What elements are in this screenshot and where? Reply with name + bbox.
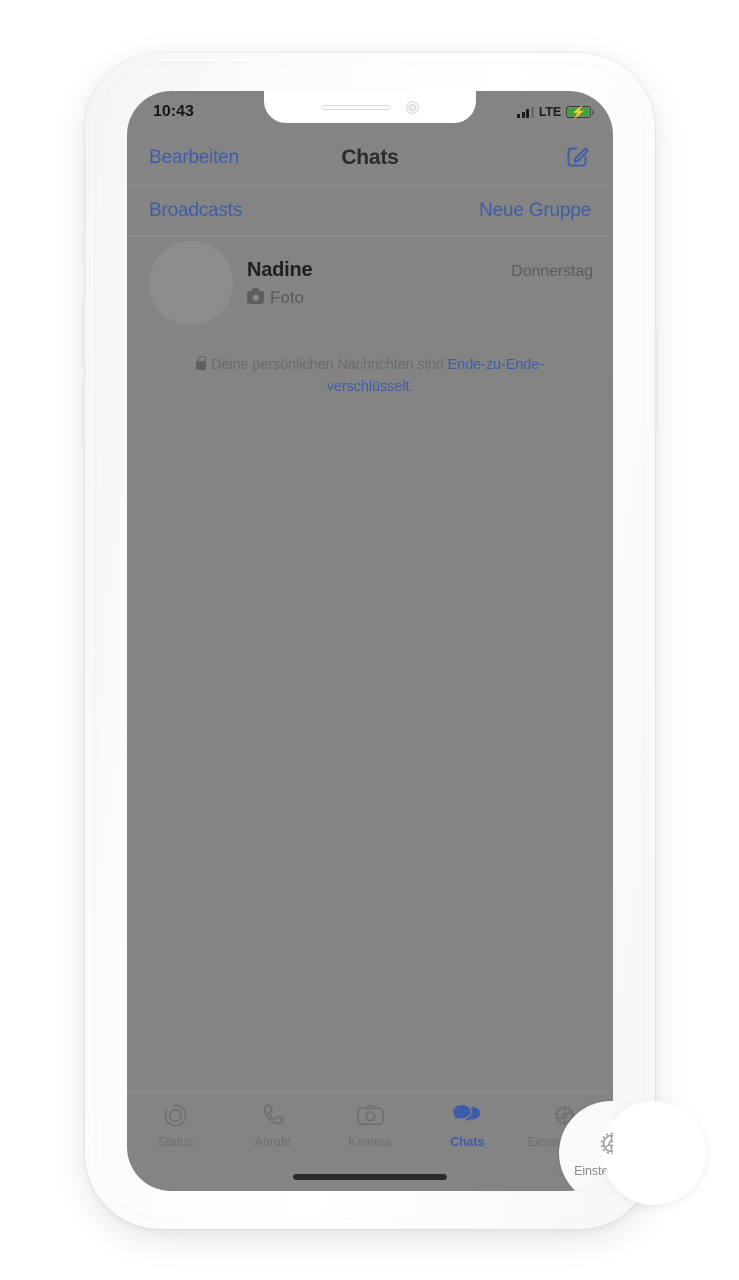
avatar (149, 241, 233, 325)
tab-status[interactable]: Status (127, 1100, 224, 1149)
tab-calls[interactable]: Anrufe (224, 1100, 321, 1149)
volume-up-button[interactable] (82, 303, 87, 367)
edit-button[interactable]: Bearbeiten (149, 147, 239, 169)
tab-chats[interactable]: Chats (419, 1100, 516, 1149)
navigation-bar: Bearbeiten Chats (127, 131, 613, 185)
network-label: LTE (538, 105, 561, 119)
phone-screen: 10:43 LTE ⚡ Bearbeiten Chats Broadcasts … (127, 91, 613, 1191)
encryption-notice-text: Deine persönlichen Nachrichten sind (211, 357, 448, 373)
speaker-grille-icon (321, 104, 390, 110)
chat-name: Nadine (247, 258, 313, 281)
tab-camera-label: Kamera (348, 1135, 392, 1149)
tab-calls-label: Anrufe (254, 1135, 291, 1149)
camera-icon (354, 1100, 386, 1130)
status-rings-icon (160, 1100, 192, 1130)
front-camera-icon (405, 100, 419, 114)
battery-charging-icon: ⚡ (566, 105, 594, 119)
tab-status-label: Status (158, 1135, 194, 1149)
page-title: Chats (341, 146, 399, 169)
status-time: 10:43 (153, 103, 194, 120)
phone-frame: 10:43 LTE ⚡ Bearbeiten Chats Broadcasts … (82, 53, 706, 1229)
charging-bolt-icon: ⚡ (571, 105, 586, 119)
chat-list: Nadine Donnerstag Foto Deine persönliche… (127, 237, 613, 1091)
volume-down-button[interactable] (82, 383, 87, 447)
notch (264, 91, 476, 123)
encryption-notice: Deine persönlichen Nachrichten sind Ende… (170, 355, 570, 399)
camera-icon (247, 288, 264, 304)
status-indicators: LTE ⚡ (517, 105, 594, 119)
settings-highlight-glow (602, 1101, 706, 1205)
new-group-button[interactable]: Neue Gruppe (479, 200, 591, 222)
tab-camera[interactable]: Kamera (321, 1100, 418, 1149)
lock-icon (196, 356, 207, 370)
compose-icon[interactable] (565, 143, 591, 174)
chat-timestamp: Donnerstag (511, 262, 593, 280)
gear-icon (595, 1129, 613, 1159)
power-button[interactable] (653, 328, 658, 432)
phone-icon (257, 1100, 289, 1130)
signal-bars-icon (517, 106, 534, 118)
tab-chats-label: Chats (450, 1135, 485, 1149)
chats-bubbles-icon (451, 1100, 483, 1130)
home-indicator (293, 1174, 447, 1180)
chat-preview-text: Foto (270, 287, 305, 307)
settings-highlight-label: Einstellungen (574, 1163, 613, 1178)
broadcast-bar: Broadcasts Neue Gruppe (127, 185, 613, 237)
chat-preview: Foto (247, 288, 593, 308)
mute-switch-button[interactable] (83, 231, 87, 265)
broadcasts-button[interactable]: Broadcasts (149, 200, 242, 222)
list-item[interactable]: Nadine Donnerstag Foto (127, 237, 613, 329)
